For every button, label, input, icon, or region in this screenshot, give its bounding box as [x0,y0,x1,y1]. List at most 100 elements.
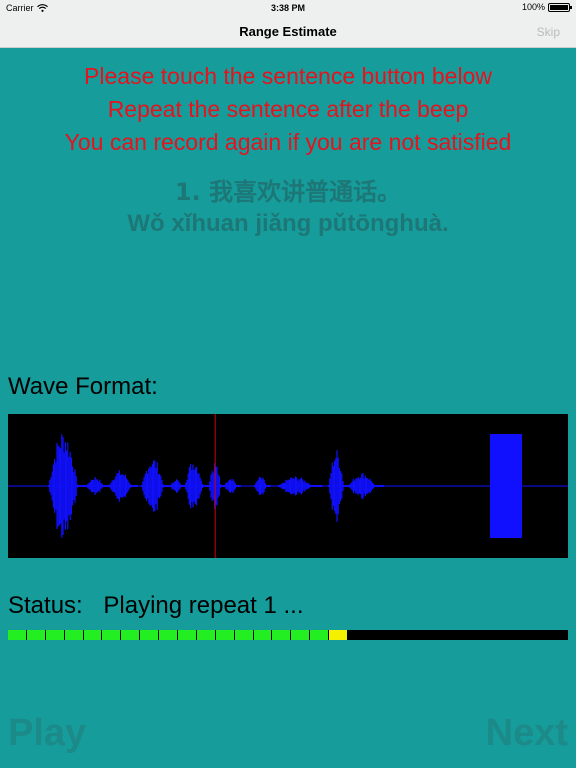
progress-bar [8,630,568,640]
waveform-sample [221,485,223,487]
waveform-sample [49,480,51,492]
waveform-sample [308,483,310,489]
waveform-sample [192,464,194,508]
play-button[interactable]: Play [8,712,86,755]
waveform-sample [156,462,158,510]
waveform-sample [281,483,283,490]
waveform-sample [278,485,280,487]
waveform-sample [227,481,229,491]
waveform-sample [224,485,226,487]
waveform-sample [314,485,316,487]
waveform-sample [68,456,70,516]
sentence-button[interactable]: 1. 我喜欢讲普通话。 Wǒ xǐhuan jiǎng pǔtōnghuà. [0,176,576,240]
waveform-sample [334,460,336,512]
waveform-sample [78,485,80,487]
waveform-sample [115,476,117,496]
waveform-sample [380,485,382,487]
waveform-sample [379,485,381,487]
waveform-sample [160,475,162,497]
waveform-sample [127,480,129,492]
waveform-sample [194,467,196,505]
battery-icon [548,2,572,12]
waveform-sample [96,479,98,493]
waveform-sample [332,466,334,506]
waveform-sample [363,478,365,494]
waveform-sample [309,484,311,488]
waveform-sample [304,480,306,492]
waveform-sample [88,482,90,490]
waveform-sample [231,480,233,492]
waveform-sample [93,480,95,492]
waveform-sample [378,485,380,487]
waveform-sample [320,485,322,487]
waveform-sample [370,481,372,491]
waveform-sample [109,484,111,488]
waveform-sample [135,485,137,487]
waveform-sample [302,479,304,493]
waveform-sample [153,460,155,512]
waveform-sample [356,478,358,494]
waveform-sample [266,485,268,487]
waveform-sample [105,485,107,487]
waveform-sample [60,448,62,524]
progress-segment-done [45,630,64,640]
progress-segment-done [26,630,45,640]
waveform-sample [176,479,178,493]
waveform-sample [184,485,186,487]
waveform-sample [342,481,344,492]
waveform-sample [151,464,153,508]
next-button[interactable]: Next [486,712,568,755]
waveform-sample [376,485,378,487]
waveform-sample [62,437,64,536]
waveform-sample [108,485,110,487]
waveform-sample [182,485,184,487]
waveform-sample [174,481,176,491]
progress-segment-done [310,630,329,640]
waveform-sample [99,479,101,493]
progress-segment-done [272,630,291,640]
skip-button[interactable]: Skip [537,25,560,39]
progress-segment-done [159,630,178,640]
progress-segment-done [196,630,215,640]
progress-segment-done [291,630,310,640]
waveform-sample [287,479,289,493]
waveform-sample [162,484,164,488]
waveform-sample [208,485,210,487]
waveform-graphic [8,414,568,558]
waveform-sample [328,485,330,487]
waveform-sample [348,485,350,487]
waveform-sample [95,479,97,493]
waveform-sample [57,445,59,527]
waveform-sample [172,482,174,490]
waveform-sample [312,485,314,487]
waveform-sample [305,482,307,490]
waveform-sample [90,479,92,493]
waveform-sample [82,485,84,487]
waveform-sample [149,466,151,506]
waveform-sample [197,473,199,499]
waveform-sample [358,478,360,494]
waveform-sample [355,478,357,494]
waveform-sample [258,477,260,495]
waveform-sample [228,480,230,492]
waveform-sample [200,480,202,492]
status-bar: Carrier 3:38 PM 100% [0,0,576,16]
waveform-sample [186,479,188,493]
waveform-sample [232,479,234,493]
waveform-sample [375,485,377,487]
waveform-sample [120,474,122,498]
waveform-sample [292,478,294,494]
waveform-sample [133,485,135,487]
waveform-sample [203,485,205,487]
waveform-sample [180,485,182,487]
waveform-sample [294,476,296,496]
waveform-sample [346,485,348,487]
waveform-sample [166,485,168,487]
waveform-sample [121,474,123,498]
waveform-sample [112,480,114,492]
waveform-sample [336,450,338,522]
waveform-sample [111,480,113,492]
waveform-sample [161,480,163,492]
waveform-sample [291,477,293,495]
progress-segment-done [215,630,234,640]
